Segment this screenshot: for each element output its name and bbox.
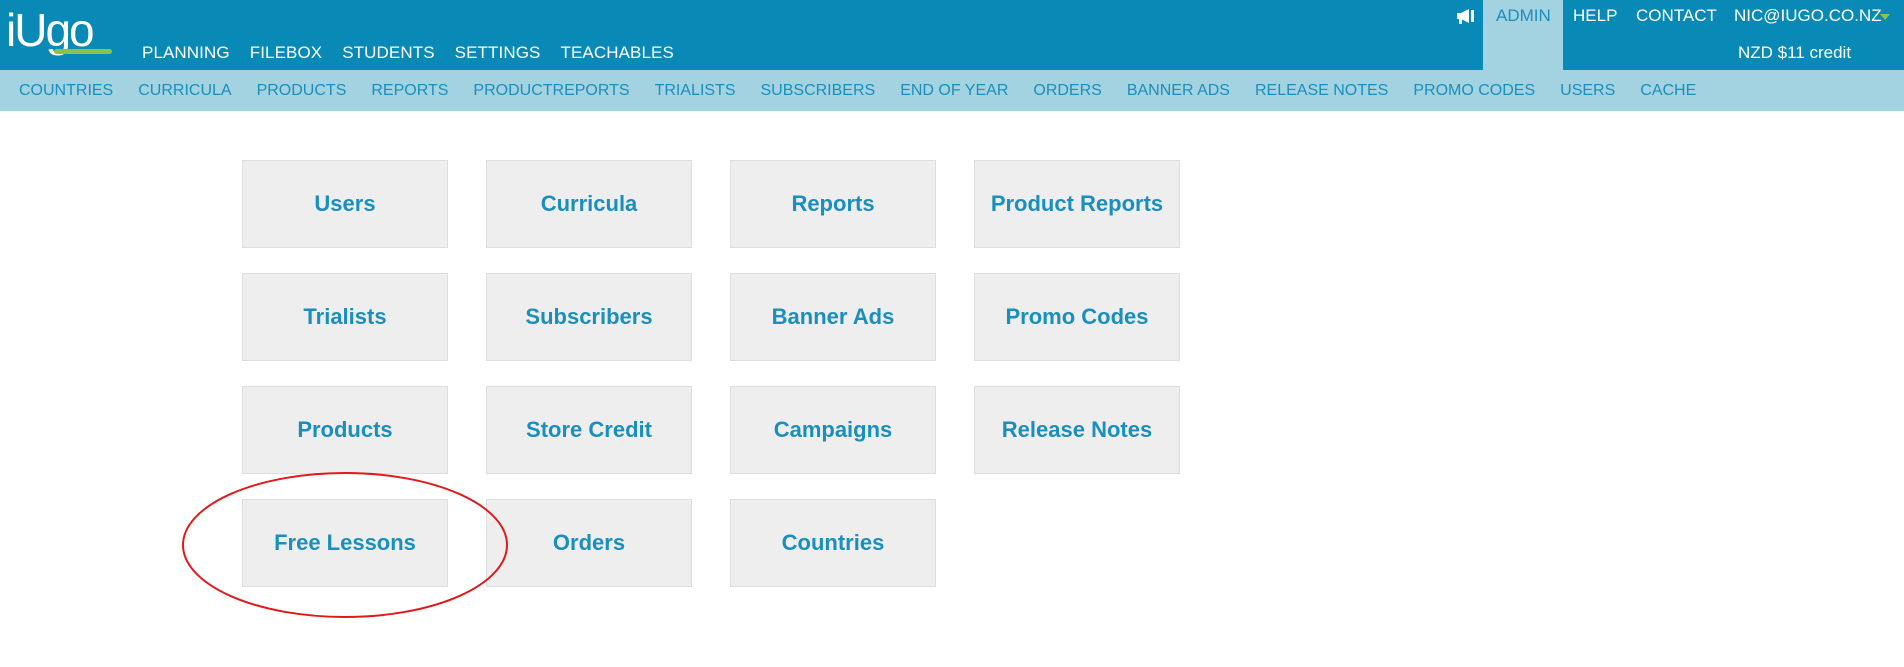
tile-trialists[interactable]: Trialists (242, 273, 448, 361)
tile-label: Campaigns (773, 417, 893, 442)
svg-text:iUgo: iUgo (6, 6, 93, 56)
tile-products[interactable]: Products (242, 386, 448, 474)
tile-label: Subscribers (525, 304, 653, 329)
tile-countries[interactable]: Countries (730, 499, 936, 587)
tile-promo-codes[interactable]: Promo Codes (974, 273, 1180, 361)
tile-label: Free Lessons (274, 530, 416, 555)
iugo-logo[interactable]: iUgo (6, 6, 116, 60)
nav-filebox[interactable]: FILEBOX (250, 43, 323, 63)
tile-reports[interactable]: Reports (730, 160, 936, 248)
nav-students[interactable]: STUDENTS (342, 43, 434, 63)
subnav-products[interactable]: PRODUCTS (257, 82, 347, 100)
chevron-down-icon[interactable] (1880, 14, 1890, 20)
tile-label: Banner Ads (771, 304, 895, 329)
tile-banner-ads[interactable]: Banner Ads (730, 273, 936, 361)
nav-contact[interactable]: CONTACT (1636, 6, 1717, 26)
tile-label: Curricula (540, 191, 638, 216)
tile-free-lessons[interactable]: Free Lessons (242, 499, 448, 587)
nav-planning[interactable]: PLANNING (142, 43, 230, 63)
subnav-productreports[interactable]: PRODUCTREPORTS (473, 82, 629, 100)
nav-admin[interactable]: ADMIN (1483, 0, 1563, 70)
tile-campaigns[interactable]: Campaigns (730, 386, 936, 474)
nav-teachables[interactable]: TEACHABLES (560, 43, 673, 63)
admin-subnav: COUNTRIES CURRICULA PRODUCTS REPORTS PRO… (0, 70, 1904, 111)
subnav-countries[interactable]: COUNTRIES (19, 82, 113, 100)
tile-label: Product Reports (990, 191, 1164, 216)
nav-help[interactable]: HELP (1573, 6, 1617, 26)
subnav-curricula[interactable]: CURRICULA (138, 82, 231, 100)
tile-label: Users (314, 191, 376, 216)
subnav-end-of-year[interactable]: END OF YEAR (900, 82, 1008, 100)
main-nav: PLANNING FILEBOX STUDENTS SETTINGS TEACH… (142, 43, 694, 63)
tile-store-credit[interactable]: Store Credit (486, 386, 692, 474)
credit-balance: NZD $11 credit (1738, 43, 1852, 62)
tile-label: Reports (791, 191, 875, 216)
tile-label: Countries (781, 530, 885, 555)
tile-label: Trialists (303, 304, 387, 329)
tile-label: Promo Codes (1005, 304, 1149, 329)
tile-label: Orders (552, 530, 626, 555)
subnav-trialists[interactable]: TRIALISTS (655, 82, 736, 100)
nav-admin-label: ADMIN (1496, 6, 1551, 25)
tile-users[interactable]: Users (242, 160, 448, 248)
account-menu[interactable]: NIC@IUGO.CO.NZ (1734, 6, 1882, 26)
tile-label: Products (297, 417, 393, 442)
admin-tile-grid: Users Curricula Reports Product Reports … (242, 160, 1180, 587)
subnav-reports[interactable]: REPORTS (371, 82, 448, 100)
tile-product-reports[interactable]: Product Reports (974, 160, 1180, 248)
nav-settings[interactable]: SETTINGS (455, 43, 541, 63)
subnav-users[interactable]: USERS (1560, 82, 1615, 100)
subnav-release-notes[interactable]: RELEASE NOTES (1255, 82, 1388, 100)
subnav-banner-ads[interactable]: BANNER ADS (1127, 82, 1230, 100)
tile-orders[interactable]: Orders (486, 499, 692, 587)
subnav-cache[interactable]: CACHE (1640, 82, 1696, 100)
top-bar: iUgo PLANNING FILEBOX STUDENTS SETTINGS … (0, 0, 1904, 70)
tile-subscribers[interactable]: Subscribers (486, 273, 692, 361)
megaphone-icon[interactable] (1455, 7, 1477, 25)
subnav-promo-codes[interactable]: PROMO CODES (1413, 82, 1535, 100)
tile-label: Release Notes (1001, 417, 1153, 442)
subnav-subscribers[interactable]: SUBSCRIBERS (761, 82, 876, 100)
tile-release-notes[interactable]: Release Notes (974, 386, 1180, 474)
subnav-orders[interactable]: ORDERS (1033, 82, 1101, 100)
tile-label: Store Credit (526, 417, 652, 442)
tile-curricula[interactable]: Curricula (486, 160, 692, 248)
